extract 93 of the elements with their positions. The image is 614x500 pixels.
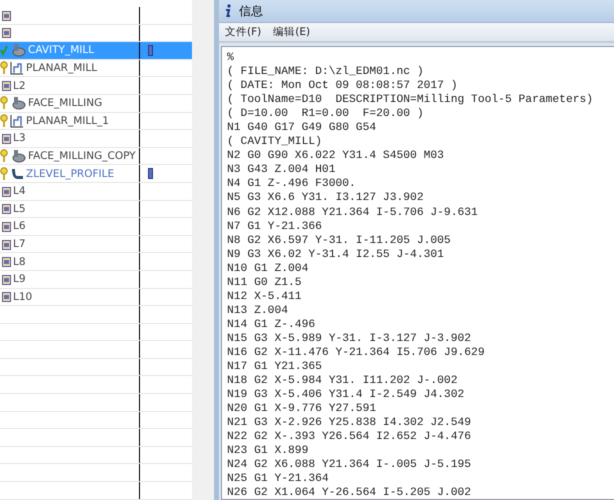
- bulb-icon: [0, 96, 8, 110]
- folder-icon: [2, 186, 11, 197]
- operation-label: L7: [13, 238, 26, 250]
- operation-label: L2: [13, 80, 26, 92]
- code-line: ( CAVITY_MILL): [227, 135, 323, 150]
- folder-icon: [2, 220, 11, 232]
- code-line: N24 G2 X6.088 Y21.364 I-.005 J-5.195: [227, 458, 472, 472]
- tree-row[interactable]: FACE_MILLING_COPY: [0, 148, 192, 166]
- folder-icon: [2, 238, 11, 250]
- code-line: N3 G43 Z.004 H01: [227, 163, 336, 178]
- operation-label: L4: [13, 185, 26, 198]
- bulb-icon: [0, 149, 8, 164]
- operation-label: CAVITY_MILL: [28, 44, 94, 56]
- code-line: N17 G1 Y21.365: [227, 360, 323, 374]
- operation-label: PLANAR_MILL_1: [26, 114, 109, 127]
- cutter-icon: [10, 149, 26, 164]
- tree-row[interactable]: PLANAR_MILL_1: [0, 112, 192, 130]
- info-icon: [223, 4, 233, 18]
- tree-row[interactable]: FACE_MILLING: [0, 94, 192, 113]
- operation-label: L3: [13, 132, 26, 144]
- tree-row[interactable]: L2: [0, 77, 192, 95]
- operation-label: L9: [13, 273, 26, 286]
- code-line: N5 G3 X6.6 Y31. I3.127 J3.902: [227, 191, 425, 206]
- operation-label: L10: [13, 290, 32, 303]
- code-line: N7 G1 Y-21.366: [227, 220, 323, 234]
- tree-row[interactable]: L10: [0, 288, 192, 306]
- window-title: 信息: [239, 2, 263, 20]
- code-line: ( DATE: Mon Oct 09 08:08:57 2017 ): [227, 79, 458, 94]
- tree-row[interactable]: L3: [0, 130, 192, 148]
- code-line: N18 G2 X-5.984 Y31. I11.202 J-.002: [227, 374, 458, 388]
- tree-row[interactable]: L4: [0, 182, 192, 201]
- tree-row[interactable]: PLANAR_MILL: [0, 60, 192, 78]
- operation-label: L6: [13, 220, 26, 232]
- code-line: N22 G2 X-.393 Y26.564 I2.652 J-4.476: [227, 430, 472, 444]
- code-line: ( D=10.00 R1=0.00 F=20.00 ): [227, 107, 425, 122]
- code-line: N21 G3 X-2.926 Y25.838 I4.302 J2.549: [227, 416, 472, 430]
- operation-label: L8: [13, 256, 26, 268]
- code-line: N25 G1 Y-21.364: [227, 472, 330, 486]
- code-line: N26 G2 X1.064 Y-26.564 I-5.205 J.002: [227, 486, 472, 499]
- code-line: N9 G3 X6.02 Y-31.4 I2.55 J-4.301: [227, 248, 445, 262]
- folder-icon: [2, 291, 11, 302]
- code-line: N13 Z.004: [227, 304, 290, 318]
- menu-item[interactable]: 文件(F): [225, 25, 262, 39]
- toolpath-icon: [148, 168, 153, 180]
- operation-label: FACE_MILLING_COPY: [28, 150, 136, 162]
- code-line: N12 X-5.411: [227, 290, 303, 304]
- operation-label: L5: [13, 202, 26, 215]
- code-line: ( FILE_NAME: D:\zl_EDM01.nc ): [227, 65, 425, 80]
- code-line: N15 G3 X-5.989 Y-31. I-3.127 J-3.902: [227, 332, 472, 346]
- toolpath-icon: [148, 44, 153, 56]
- menu-item[interactable]: 编辑(E): [273, 25, 310, 39]
- step-icon: [10, 114, 24, 128]
- folder-icon: [2, 132, 11, 144]
- folder-icon: [2, 80, 11, 92]
- folder-icon: [2, 203, 11, 214]
- code-line: N2 G0 G90 X6.022 Y31.4 S4500 M03: [227, 149, 445, 164]
- tree-row[interactable]: L9: [0, 270, 192, 288]
- bulb-icon: [0, 61, 8, 76]
- tree-row[interactable]: [0, 7, 192, 25]
- tree-row[interactable]: [0, 24, 192, 42]
- code-line: N1 G40 G17 G49 G80 G54: [227, 121, 378, 136]
- tree-row[interactable]: L6: [0, 218, 192, 236]
- operation-label: FACE_MILLING: [28, 97, 102, 110]
- cutter-icon: [10, 43, 26, 58]
- folder-icon: [2, 27, 11, 38]
- code-line: ( ToolName=D10 DESCRIPTION=Milling Tool-5 Parameters): [227, 93, 594, 108]
- code-line: N6 G2 X12.088 Y21.364 I-5.706 J-9.631: [227, 206, 479, 220]
- tree-row[interactable]: L5: [0, 200, 192, 218]
- operation-label: ZLEVEL_PROFILE: [26, 168, 114, 180]
- step-icon: [10, 61, 24, 76]
- code-line: N14 G1 Z-.496: [227, 318, 316, 332]
- code-line: N19 G3 X-5.406 Y31.4 I-2.549 J4.302: [227, 388, 466, 402]
- folder-icon: [2, 256, 11, 268]
- check-icon: [0, 44, 8, 56]
- operation-label: PLANAR_MILL: [26, 62, 98, 74]
- code-line: N23 G1 X.899: [227, 444, 310, 458]
- code-line: N10 G1 Z.004: [227, 262, 310, 276]
- profile-icon: [10, 166, 24, 181]
- folder-icon: [2, 10, 11, 21]
- code-line: N4 G1 Z-.496 F3000.: [227, 177, 357, 192]
- folder-icon: [2, 274, 11, 285]
- bulb-icon: [0, 114, 8, 128]
- code-line: %: [227, 51, 235, 66]
- code-line: N8 G2 X6.597 Y-31. I-11.205 J.005: [227, 234, 452, 248]
- tree-row[interactable]: L8: [0, 253, 192, 271]
- cutter-icon: [10, 96, 26, 110]
- text-area[interactable]: [221, 46, 614, 500]
- tree-row[interactable]: L7: [0, 236, 192, 254]
- bulb-icon: [0, 166, 8, 181]
- code-line: N20 G1 X-9.776 Y27.591: [227, 402, 378, 416]
- tree-row[interactable]: ZLEVEL_PROFILE: [0, 165, 192, 183]
- code-line: N16 G2 X-11.476 Y-21.364 I5.706 J9.629: [227, 346, 486, 360]
- code-line: N11 G0 Z1.5: [227, 276, 303, 290]
